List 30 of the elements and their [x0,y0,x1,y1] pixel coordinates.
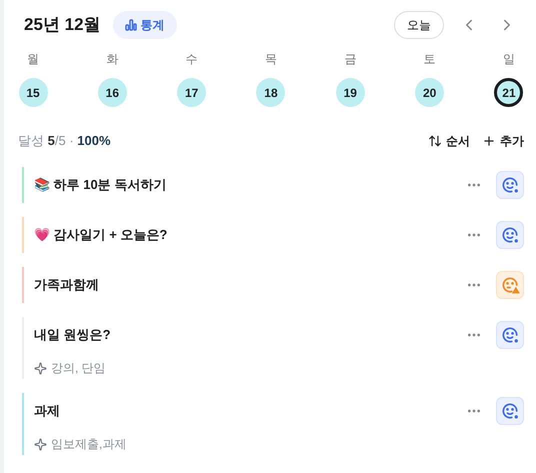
habit-tags: 강의, 단임 [51,359,106,377]
sparkle-icon [34,362,47,374]
habit-title[interactable]: 과제 [34,401,60,421]
sparkle-icon [34,438,47,450]
habit-title[interactable]: 가족과함께 [34,275,99,295]
smiley-face-icon[interactable] [496,321,524,349]
weekday-label: 금 [344,51,356,68]
habit-tags: 임보제출,과제 [51,435,126,453]
order-button[interactable]: 순서 [428,132,470,150]
habit-title[interactable]: 내일 원씽은? [34,325,111,345]
weekday-label: 화 [106,51,118,68]
sort-arrows-icon [428,134,442,148]
today-button[interactable]: 오늘 [394,11,444,39]
achievement-summary: 달성 5/5 · 100% [18,132,111,150]
smiley-face-icon[interactable] [496,171,524,199]
habit-title[interactable]: 📚 하루 10분 독서하기 [34,175,166,195]
bar-chart-icon [124,19,137,31]
habit-title[interactable]: 💗 감사일기 + 오늘은? [34,225,168,245]
add-button[interactable]: 추가 [482,132,524,150]
smiley-face-icon[interactable] [496,221,524,249]
smiley-face-icon[interactable] [496,397,524,425]
weekday-label: 토 [424,51,436,68]
stats-button[interactable]: 통계 [112,11,177,39]
weekday-label: 일 [502,51,515,68]
weekday-label: 월 [27,51,39,68]
weekday-label: 수 [186,51,198,68]
weekday-label: 목 [264,51,277,68]
plus-icon [482,134,496,148]
warning-face-icon[interactable] [496,271,524,299]
month-title: 25년 12월 [24,14,101,36]
